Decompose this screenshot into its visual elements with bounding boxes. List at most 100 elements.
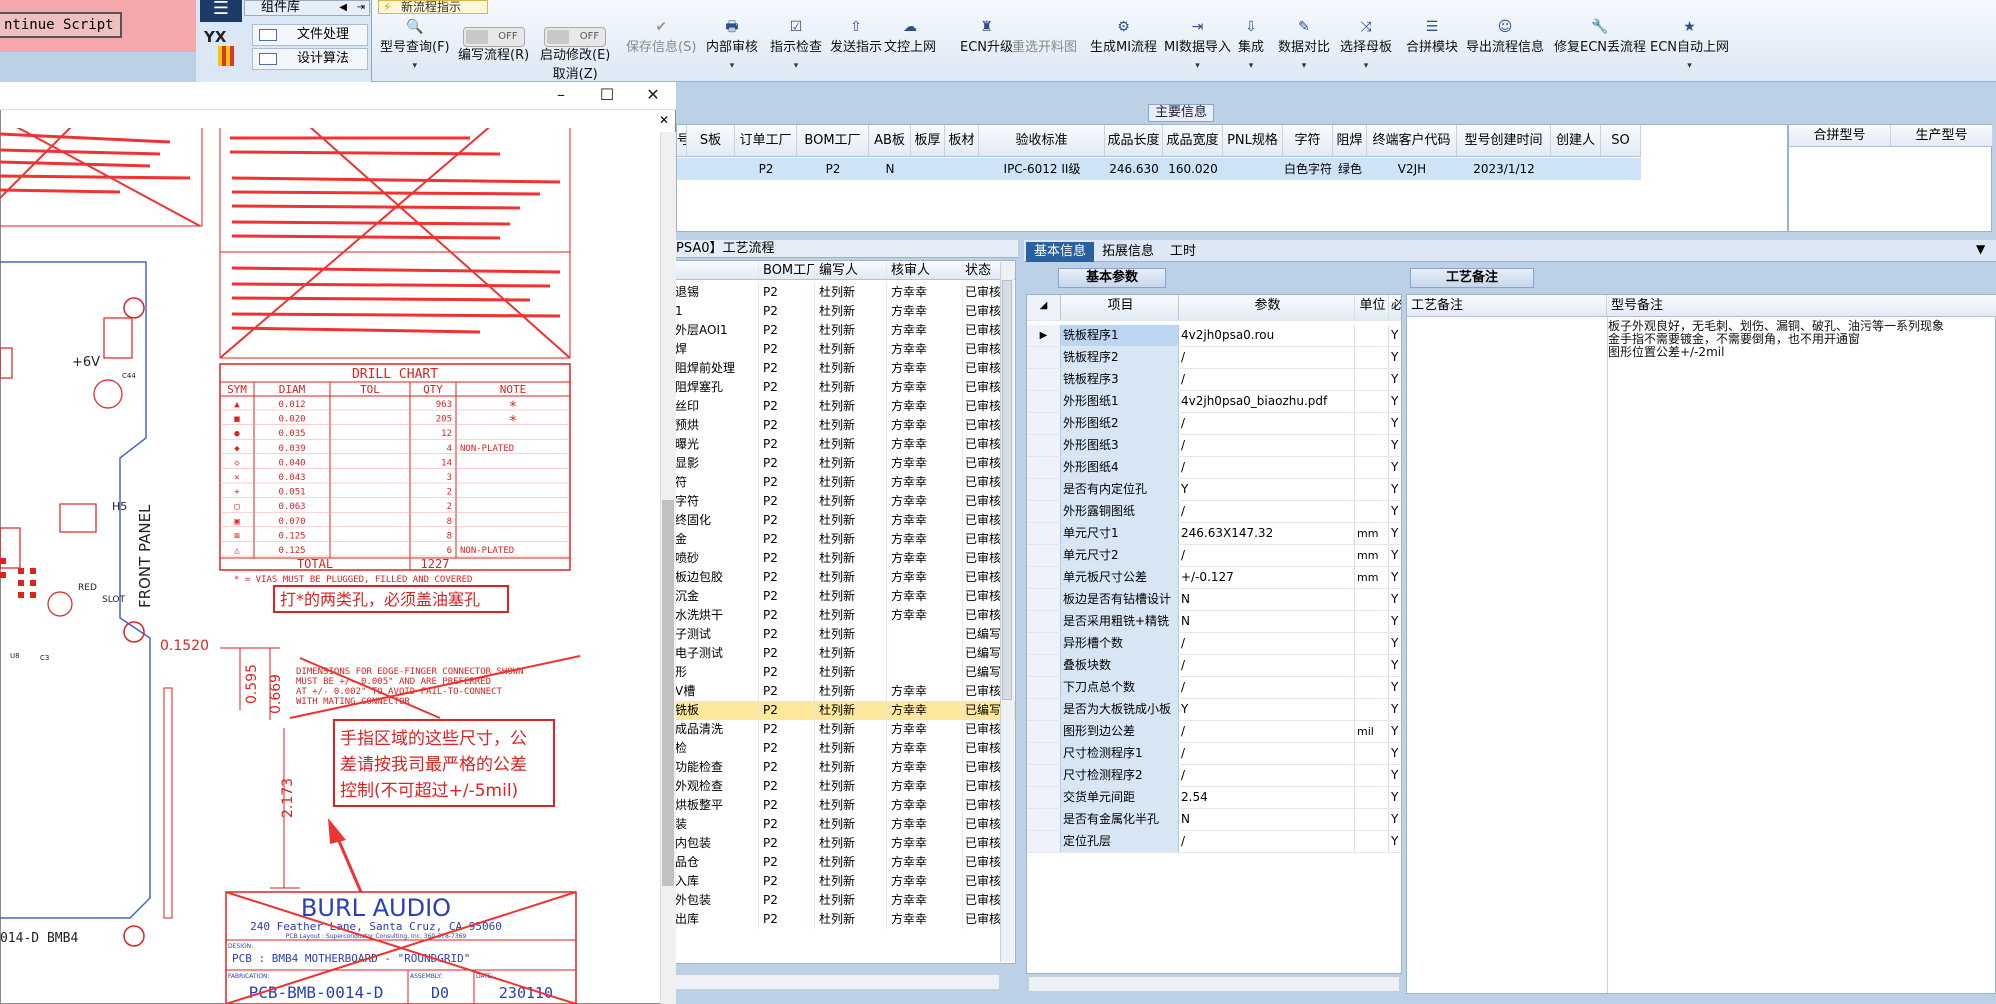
param-row[interactable]: 外形图纸2/ Y (1027, 413, 1401, 435)
dropdown-icon[interactable]: ▾ (706, 61, 758, 71)
tab-basic-params[interactable]: 基本参数 (1058, 268, 1166, 288)
param-cell[interactable]: / (1179, 413, 1355, 434)
params-horizontal-scrollbar[interactable] (1028, 976, 1400, 992)
model-note-text[interactable]: 板子外观良好，无毛刺、划伤、漏铜、破孔、油污等一系列现象 金手指不需要镀金，不需… (1608, 320, 1988, 359)
param-row[interactable]: 板边是否有钻槽设计 N Y (1027, 589, 1401, 611)
param-row[interactable]: ▶ 铣板程序1 4v2jh0psa0.rou Y (1027, 325, 1401, 347)
row-selector[interactable] (1027, 809, 1061, 830)
process-scroll-thumb[interactable] (1002, 280, 1012, 700)
main-info-col-header[interactable]: S板 (687, 125, 735, 156)
merge-col-header[interactable]: 合拼型号 (1789, 125, 1891, 146)
dropdown-icon[interactable]: ▾ (1278, 61, 1330, 71)
process-row[interactable]: 焊 P2 杜列新 方幸幸 已审核 (673, 340, 1015, 359)
param-cell[interactable]: / (1179, 743, 1355, 764)
tab-work-hours[interactable]: 工时 (1162, 242, 1204, 262)
dropdown-icon[interactable]: ▾ (770, 61, 822, 71)
process-row[interactable]: 装 P2 杜列新 方幸幸 已审核 (673, 815, 1015, 834)
tab-new-flow-instruction[interactable]: ⚡ 新流程指示 (378, 0, 488, 14)
process-row[interactable]: 字符 P2 杜列新 方幸幸 已审核 (673, 492, 1015, 511)
param-row[interactable]: 图形到边公差 / mil Y (1027, 721, 1401, 743)
param-cell[interactable]: / (1179, 435, 1355, 456)
param-row[interactable]: 是否有内定位孔 Y Y (1027, 479, 1401, 501)
toggle-switch[interactable]: OFF (462, 27, 525, 47)
toolbar-button-17[interactable]: 🔧 修复ECN丢流程 (1554, 18, 1646, 80)
row-selector[interactable] (1027, 589, 1061, 610)
process-row[interactable]: 喷砂 P2 杜列新 方幸幸 已审核 (673, 549, 1015, 568)
params-col-header[interactable]: 参数 (1179, 295, 1355, 320)
main-info-col-header[interactable]: AB板 (869, 125, 911, 156)
toolbar-button-8[interactable]: ♜ ECN升级 (960, 18, 1013, 80)
process-row[interactable]: 退锡 P2 杜列新 方幸幸 已审核 (673, 283, 1015, 302)
main-info-col-header[interactable]: 订单工厂 (735, 125, 797, 156)
row-selector[interactable] (1027, 655, 1061, 676)
toolbar-button-5[interactable]: ☑ 指示检查 ▾ (770, 18, 822, 80)
process-row[interactable]: 入库 P2 杜列新 方幸幸 已审核 (673, 872, 1015, 891)
process-row[interactable]: 水洗烘干 P2 杜列新 方幸幸 已审核 (673, 606, 1015, 625)
process-horizontal-scrollbar[interactable] (674, 974, 1000, 990)
toolbar-button-11[interactable]: ⇥ MI数据导入 ▾ (1164, 18, 1231, 80)
param-row[interactable]: 单元尺寸2/mm Y (1027, 545, 1401, 567)
dropdown-icon[interactable]: ▾ (1238, 61, 1264, 71)
main-info-col-header[interactable]: 终端客户代码 (1367, 125, 1457, 156)
dropdown-icon[interactable]: ▾ (380, 61, 450, 71)
params-col-header[interactable]: 项目 (1061, 295, 1179, 320)
param-row[interactable]: 叠板块数 / Y (1027, 655, 1401, 677)
row-selector[interactable] (1027, 545, 1061, 566)
row-selector[interactable] (1027, 611, 1061, 632)
main-info-col-header[interactable]: 型号创建时间 (1457, 125, 1551, 156)
dropdown-icon[interactable]: ▾ (1340, 61, 1392, 71)
param-cell[interactable]: N (1179, 809, 1355, 830)
process-row[interactable]: V槽 P2 杜列新 方幸幸 已审核 (673, 682, 1015, 701)
toolbar-button-2[interactable]: OFF 启动修改(E) 取消(Z) (540, 26, 610, 88)
row-selector[interactable] (1027, 457, 1061, 478)
param-row[interactable]: 单元尺寸1 246.63X147.32 mm Y (1027, 523, 1401, 545)
param-cell[interactable]: / (1179, 765, 1355, 786)
param-cell[interactable]: Y (1179, 699, 1355, 720)
param-cell[interactable]: / (1179, 369, 1355, 390)
param-row[interactable]: 交货单元间距 2.54 Y (1027, 787, 1401, 809)
row-pointer-icon[interactable]: ▶ (1027, 325, 1061, 346)
main-info-col-header[interactable]: 板厚 (911, 125, 945, 156)
param-row[interactable]: 异形槽个数 / Y (1027, 633, 1401, 655)
process-row[interactable]: 电子测试 P2 杜列新 已编写 (673, 644, 1015, 663)
main-info-col-header[interactable]: PNL规格 (1223, 125, 1283, 156)
param-row[interactable]: 单元板尺寸公差 +/-0.127 mm Y (1027, 567, 1401, 589)
tab-basic-info[interactable]: 基本信息 (1026, 242, 1095, 262)
row-selector[interactable] (1027, 787, 1061, 808)
row-selector[interactable] (1027, 633, 1061, 654)
param-cell[interactable]: / (1179, 677, 1355, 698)
process-row[interactable]: 板边包胶 P2 杜列新 方幸幸 已审核 (673, 568, 1015, 587)
param-row[interactable]: 是否为大板铣成小板 Y Y (1027, 699, 1401, 721)
toolbar-button-15[interactable]: ☰ 合拼模块 (1406, 18, 1458, 80)
param-row[interactable]: 外形露铜图纸 / Y (1027, 501, 1401, 523)
process-row[interactable]: 烘板整平 P2 杜列新 方幸幸 已审核 (673, 796, 1015, 815)
param-cell[interactable]: Y (1179, 479, 1355, 500)
param-cell[interactable]: +/-0.127 (1179, 567, 1355, 588)
param-cell[interactable]: / (1179, 545, 1355, 566)
param-cell[interactable]: / (1179, 347, 1355, 368)
row-selector[interactable] (1027, 567, 1061, 588)
toolbar-button-6[interactable]: ⇧ 发送指示 (830, 18, 882, 80)
toolbar-button-12[interactable]: ⇩ 集成 ▾ (1238, 18, 1264, 80)
row-selector[interactable] (1027, 699, 1061, 720)
process-row[interactable]: 形 P2 杜列新 已编写 (673, 663, 1015, 682)
toolbar-button-18[interactable]: ★ ECN自动上网 ▾ (1650, 18, 1729, 80)
minimize-icon[interactable]: – (546, 84, 576, 106)
param-cell[interactable]: / (1179, 655, 1355, 676)
process-row[interactable]: 内包装 P2 杜列新 方幸幸 已审核 (673, 834, 1015, 853)
toolbar-button-3[interactable]: ✔ 保存信息(S) (626, 18, 696, 80)
continue-script-button[interactable]: ntinue Script (0, 12, 122, 38)
param-cell[interactable]: 2.54 (1179, 787, 1355, 808)
row-selector[interactable] (1027, 369, 1061, 390)
param-cell[interactable]: / (1179, 633, 1355, 654)
process-row[interactable]: 阻焊塞孔 P2 杜列新 方幸幸 已审核 (673, 378, 1015, 397)
toolbar-button-7[interactable]: ☁ 文控上网 (884, 18, 936, 80)
process-row[interactable]: 沉金 P2 杜列新 方幸幸 已审核 (673, 587, 1015, 606)
process-row[interactable]: 品仓 P2 杜列新 方幸幸 已审核 (673, 853, 1015, 872)
row-selector[interactable] (1027, 435, 1061, 456)
param-cell[interactable]: 246.63X147.32 (1179, 523, 1355, 544)
process-row[interactable]: 外层AOI1 P2 杜列新 方幸幸 已审核 (673, 321, 1015, 340)
process-row[interactable]: 阻焊前处理 P2 杜列新 方幸幸 已审核 (673, 359, 1015, 378)
toolbar-button-4[interactable]: 🖶 内部审核 ▾ (706, 18, 758, 80)
hamburger-menu-icon[interactable]: ☰ (200, 0, 242, 22)
